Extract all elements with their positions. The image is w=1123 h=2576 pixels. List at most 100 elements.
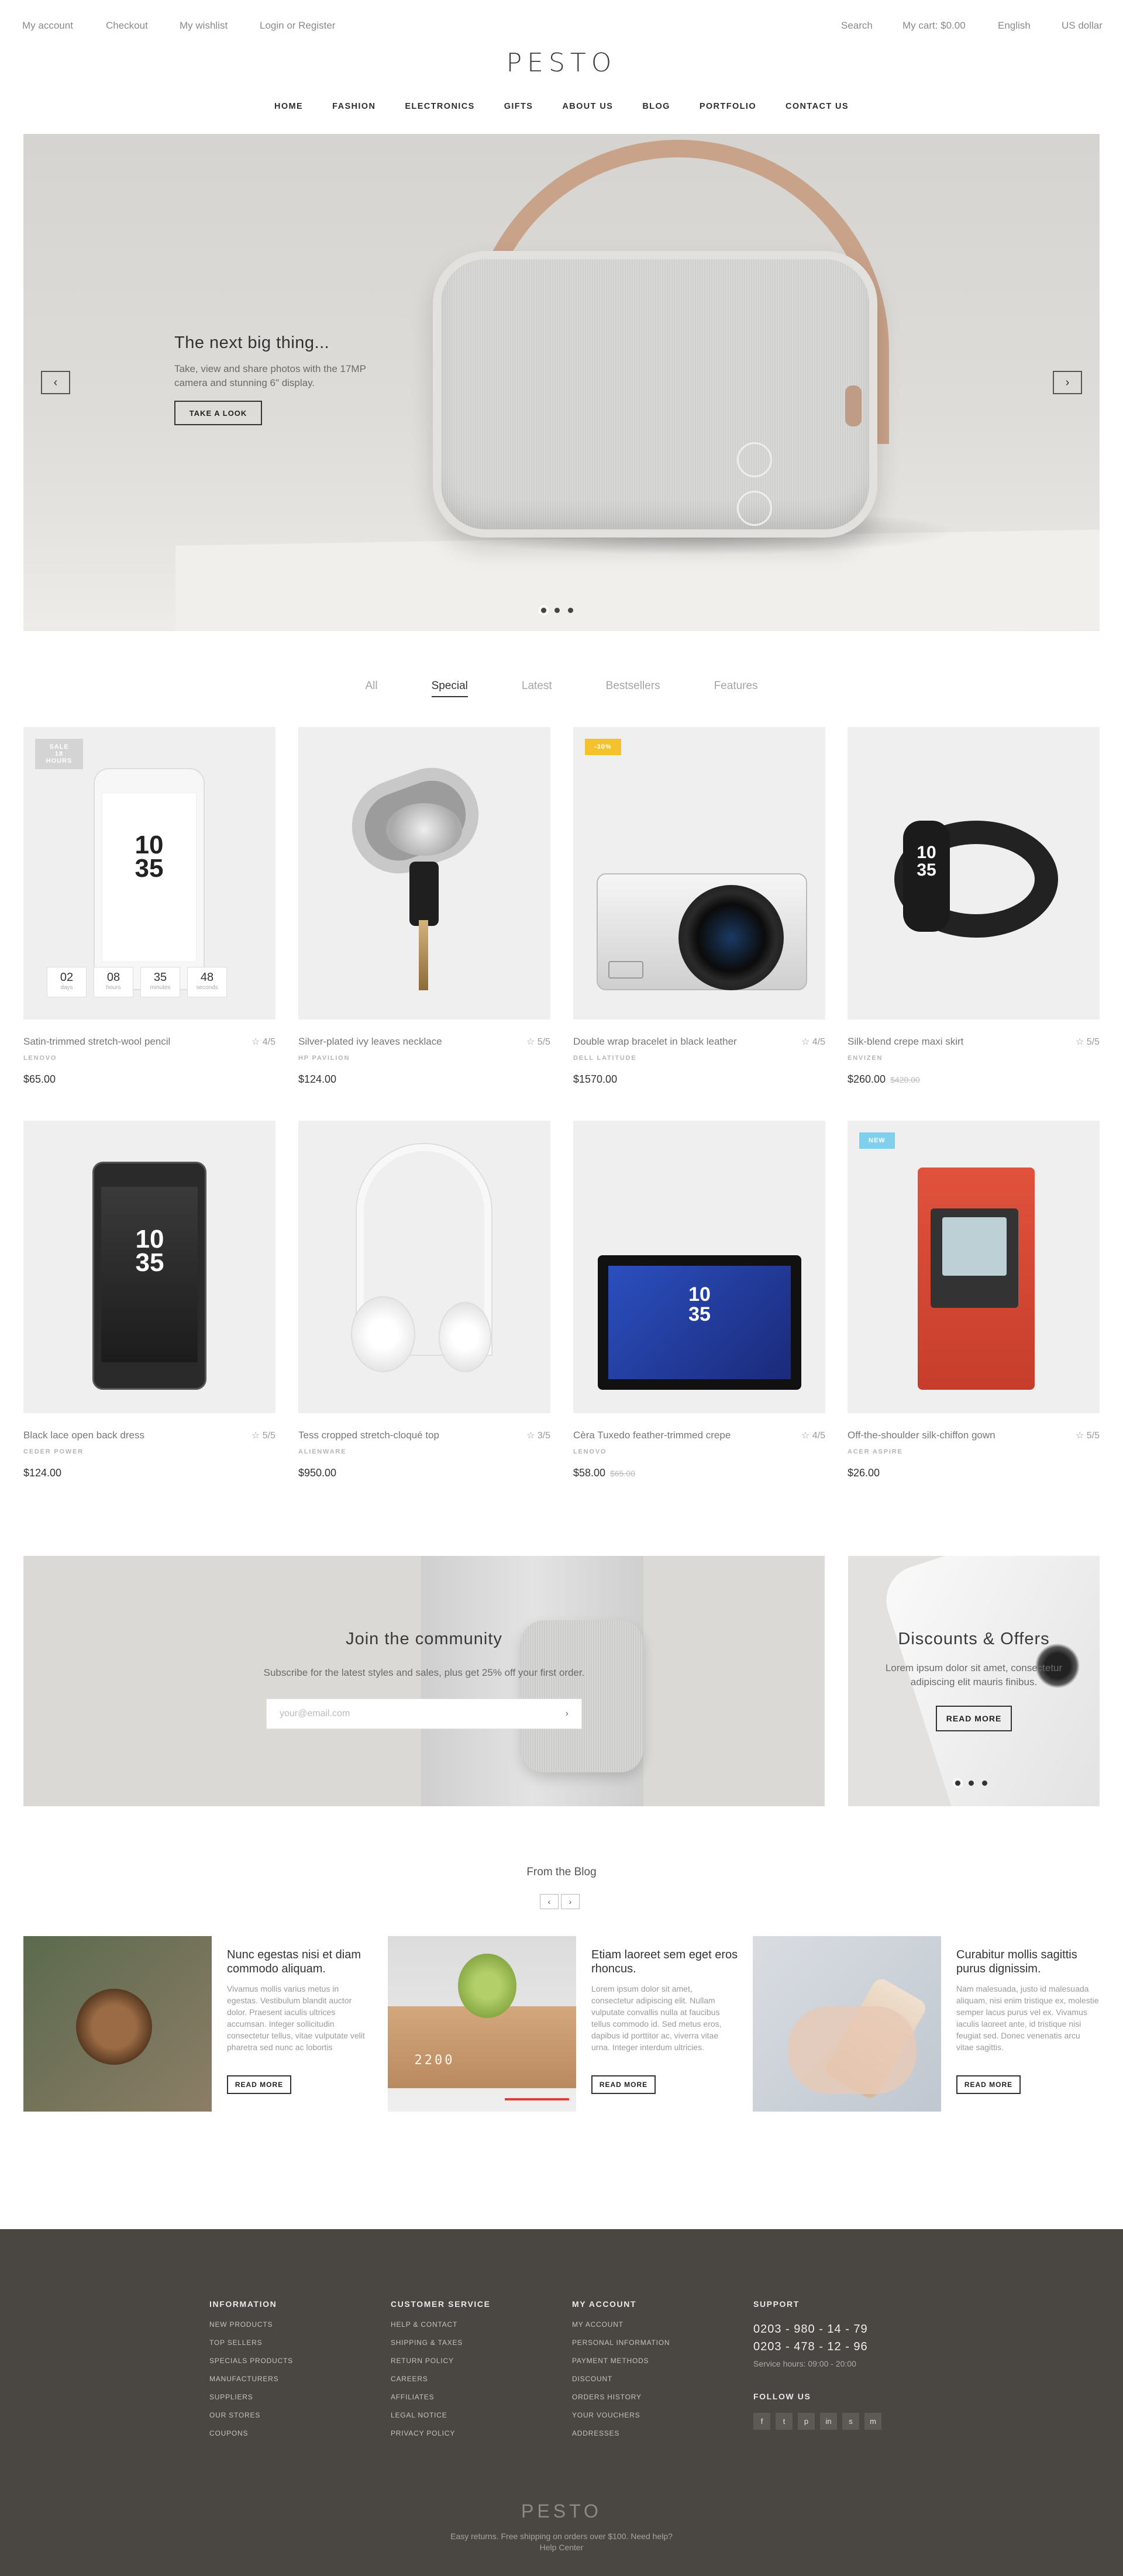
hero-next-button[interactable]: ›	[1053, 371, 1082, 394]
product-name[interactable]: Satin-trimmed stretch-wool pencil	[23, 1036, 170, 1048]
currency-selector[interactable]: US dollar	[1062, 20, 1103, 32]
product-card[interactable]: 10 35 Silk-blend crepe maxi skirt ☆ 5/5 E…	[848, 727, 1100, 1085]
product-name[interactable]: Off-the-shoulder silk-chiffon gown	[848, 1430, 995, 1441]
footer-link[interactable]: NEW PRODUCTS	[209, 2320, 293, 2339]
footer-link[interactable]: LEGAL NOTICE	[391, 2411, 491, 2429]
read-more-button[interactable]: READ MORE	[227, 2075, 291, 2094]
facebook-icon[interactable]: f	[753, 2413, 770, 2430]
discounts-dot[interactable]	[953, 1778, 963, 1788]
footer-link[interactable]: COUPONS	[209, 2429, 293, 2447]
support-phone[interactable]: 0203 - 980 - 14 - 79	[753, 2320, 881, 2338]
footer-link[interactable]: PERSONAL INFORMATION	[572, 2339, 670, 2357]
footer-link[interactable]: PRIVACY POLICY	[391, 2429, 491, 2447]
footer-link[interactable]: YOUR VOUCHERS	[572, 2411, 670, 2429]
blog-post-title[interactable]: Nunc egestas nisi et diam commodo aliqua…	[227, 1948, 374, 1976]
nav-about-us[interactable]: ABOUT US	[562, 102, 613, 111]
my-account-link[interactable]: My account	[22, 20, 73, 32]
product-name[interactable]: Black lace open back dress	[23, 1430, 144, 1441]
footer-link[interactable]: MY ACCOUNT	[572, 2320, 670, 2339]
product-image[interactable]: NEW	[848, 1121, 1100, 1413]
hero-dot[interactable]	[568, 608, 573, 613]
footer-link[interactable]: SUPPLIERS	[209, 2393, 293, 2411]
product-card[interactable]: 10 35 Black lace open back dress ☆ 5/5 CE…	[23, 1121, 275, 1479]
footer-link[interactable]: PAYMENT METHODS	[572, 2357, 670, 2375]
product-image[interactable]: SALE 18 HOURS 10 35 02 days 08 hours 35 minu…	[23, 727, 275, 1020]
blog-prev-button[interactable]: ‹	[540, 1894, 559, 1909]
product-image[interactable]: 10 35	[23, 1121, 275, 1413]
footer-link[interactable]: HELP & CONTACT	[391, 2320, 491, 2339]
checkout-link[interactable]: Checkout	[106, 20, 148, 32]
product-card[interactable]: Silver-plated ivy leaves necklace ☆ 5/5 …	[298, 727, 550, 1085]
read-more-button[interactable]: READ MORE	[591, 2075, 656, 2094]
pinterest-icon[interactable]: p	[798, 2413, 815, 2430]
product-image[interactable]	[298, 1121, 550, 1413]
blog-post-image[interactable]	[753, 1936, 941, 2112]
nav-portfolio[interactable]: PORTFOLIO	[700, 102, 756, 111]
discounts-dot[interactable]	[982, 1781, 987, 1786]
blog-post-image[interactable]	[23, 1936, 212, 2112]
tab-latest[interactable]: Latest	[522, 680, 552, 697]
footer-link[interactable]: RETURN POLICY	[391, 2357, 491, 2375]
email-field[interactable]: your@email.com ›	[266, 1699, 582, 1729]
nav-fashion[interactable]: FASHION	[332, 102, 376, 111]
nav-blog[interactable]: BLOG	[642, 102, 670, 111]
nav-gifts[interactable]: GIFTS	[504, 102, 533, 111]
my-wishlist-link[interactable]: My wishlist	[180, 20, 228, 32]
footer-link[interactable]: SPECIALS PRODUCTS	[209, 2357, 293, 2375]
blog-post-title[interactable]: Curabitur mollis sagittis purus dignissi…	[956, 1948, 1104, 1976]
support-phone[interactable]: 0203 - 478 - 12 - 96	[753, 2338, 881, 2355]
email-icon[interactable]: m	[864, 2413, 881, 2430]
product-card[interactable]: SALE 18 HOURS 10 35 02 days 08 hours 35 minu…	[23, 727, 275, 1085]
product-name[interactable]: Tess cropped stretch-cloqué top	[298, 1430, 439, 1441]
nav-electronics[interactable]: ELECTRONICS	[405, 102, 474, 111]
product-image[interactable]: -30%	[573, 727, 825, 1020]
product-image[interactable]	[298, 727, 550, 1020]
footer-link[interactable]: TOP SELLERS	[209, 2339, 293, 2357]
footer-link[interactable]: AFFILIATES	[391, 2393, 491, 2411]
language-selector[interactable]: English	[998, 20, 1031, 32]
product-name[interactable]: Silk-blend crepe maxi skirt	[848, 1036, 963, 1048]
product-name[interactable]: Double wrap bracelet in black leather	[573, 1036, 737, 1048]
footer-link[interactable]: SHIPPING & TAXES	[391, 2339, 491, 2357]
site-logo[interactable]: PESTO	[0, 48, 1123, 78]
blog-post-title[interactable]: Etiam laoreet sem eget eros rhoncus.	[591, 1948, 739, 1976]
tab-bestsellers[interactable]: Bestsellers	[606, 680, 660, 697]
tab-special[interactable]: Special	[431, 680, 468, 697]
product-card[interactable]: 10 35 Cèra Tuxedo feather-trimmed crepe ☆…	[573, 1121, 825, 1479]
blog-next-button[interactable]: ›	[561, 1894, 580, 1909]
instagram-icon[interactable]: in	[820, 2413, 837, 2430]
search-link[interactable]: Search	[841, 20, 873, 32]
hero-dot[interactable]	[554, 608, 560, 613]
product-card[interactable]: -30% Double wrap bracelet in black leath…	[573, 727, 825, 1085]
footer-link[interactable]: ORDERS HISTORY	[572, 2393, 670, 2411]
take-a-look-button[interactable]: TAKE A LOOK	[174, 401, 262, 425]
footer-link[interactable]: OUR STORES	[209, 2411, 293, 2429]
product-name[interactable]: Silver-plated ivy leaves necklace	[298, 1036, 442, 1048]
twitter-icon[interactable]: t	[776, 2413, 793, 2430]
product-image[interactable]: 10 35	[848, 727, 1100, 1020]
nav-home[interactable]: HOME	[274, 102, 303, 111]
product-name[interactable]: Cèra Tuxedo feather-trimmed crepe	[573, 1430, 731, 1441]
footer-logo[interactable]: PESTO	[0, 2501, 1123, 2522]
login-register-link[interactable]: Login or Register	[260, 20, 335, 32]
blog-post-image[interactable]: 2200	[388, 1936, 576, 2112]
read-more-button[interactable]: READ MORE	[936, 1706, 1012, 1731]
footer-link[interactable]: MANUFACTURERS	[209, 2375, 293, 2393]
hero-prev-button[interactable]: ‹	[41, 371, 70, 394]
footer-link[interactable]: CAREERS	[391, 2375, 491, 2393]
hero-dot[interactable]	[539, 605, 549, 615]
product-image[interactable]: 10 35	[573, 1121, 825, 1413]
footer-link[interactable]: ADDRESSES	[572, 2429, 670, 2447]
help-center-link[interactable]: Help Center	[0, 2542, 1123, 2553]
skype-icon[interactable]: s	[842, 2413, 859, 2430]
product-card[interactable]: NEW Off-the-shoulder silk-chiffon gown ☆…	[848, 1121, 1100, 1479]
tab-all[interactable]: All	[365, 680, 377, 697]
nav-contact-us[interactable]: CONTACT US	[786, 102, 849, 111]
tab-features[interactable]: Features	[714, 680, 758, 697]
discounts-dot[interactable]	[969, 1781, 974, 1786]
product-card[interactable]: Tess cropped stretch-cloqué top ☆ 3/5 AL…	[298, 1121, 550, 1479]
cart-link[interactable]: My cart: $0.00	[902, 20, 966, 32]
footer-link[interactable]: DISCOUNT	[572, 2375, 670, 2393]
chevron-right-icon[interactable]: ›	[566, 1709, 569, 1719]
read-more-button[interactable]: READ MORE	[956, 2075, 1021, 2094]
